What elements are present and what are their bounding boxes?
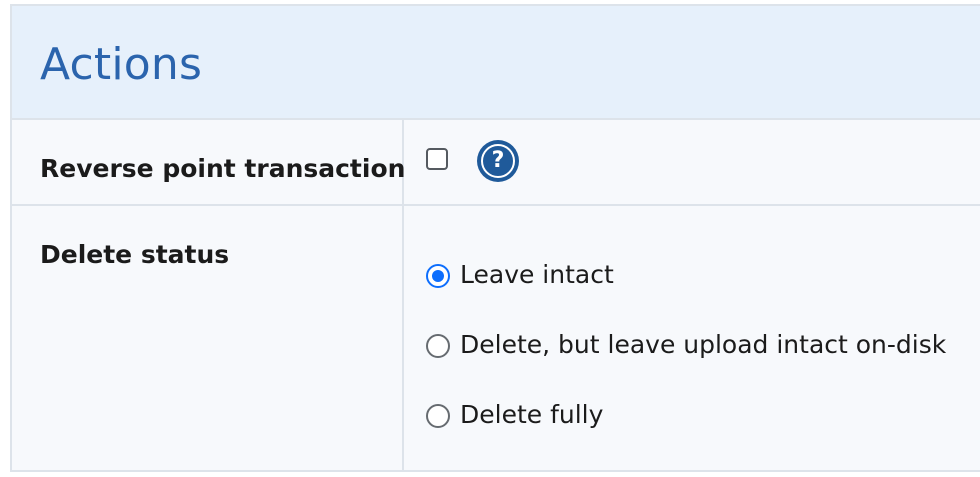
radio-label: Leave intact	[460, 260, 614, 289]
question-circle-icon: ?	[481, 144, 515, 178]
help-button[interactable]: ?	[477, 140, 519, 182]
section-title: Actions	[40, 39, 203, 90]
reverse-point-transaction-label: Reverse point transaction	[40, 154, 406, 183]
actions-panel: Actions Reverse point transaction ? Dele…	[10, 4, 980, 472]
delete-status-label: Delete status	[40, 240, 230, 269]
column-divider	[402, 206, 404, 472]
radio-label: Delete fully	[460, 400, 604, 429]
radio-button[interactable]	[426, 404, 450, 428]
reverse-point-transaction-checkbox[interactable]	[426, 148, 448, 170]
radio-label: Delete, but leave upload intact on-disk	[460, 330, 947, 359]
section-header: Actions	[12, 6, 980, 120]
radio-button[interactable]	[426, 334, 450, 358]
reverse-point-transaction-row: Reverse point transaction ?	[12, 120, 980, 206]
delete-status-row: Delete status Leave intact Delete, but l…	[12, 206, 980, 472]
radio-button-selected[interactable]	[426, 264, 450, 288]
